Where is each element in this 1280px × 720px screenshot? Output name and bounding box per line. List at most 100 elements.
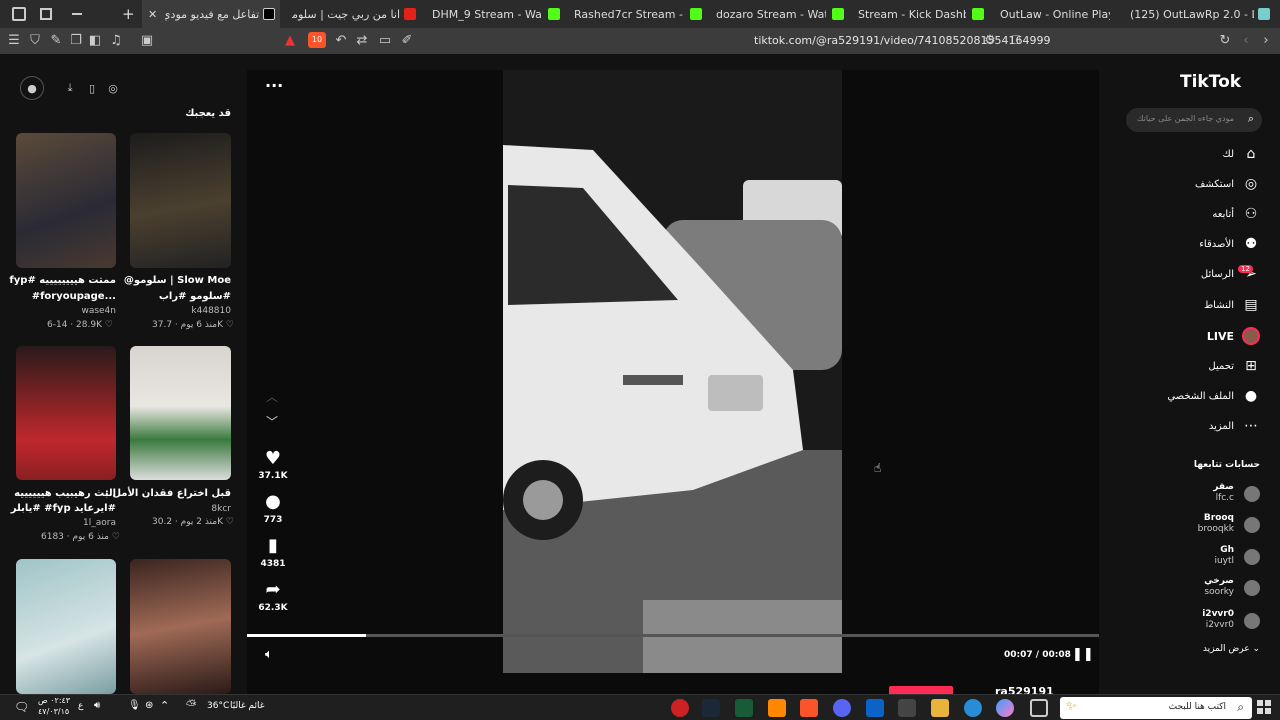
reload-icon[interactable]: ↻ xyxy=(1217,33,1233,49)
folder-icon[interactable] xyxy=(931,699,949,717)
steam-icon[interactable] xyxy=(702,699,720,717)
forward-icon[interactable]: › xyxy=(1258,33,1274,49)
download-icon[interactable]: ⤓ xyxy=(58,76,82,100)
bookmark-icon[interactable]: ▮ xyxy=(262,535,284,557)
video-author[interactable]: 1l_aora xyxy=(83,518,116,528)
weather-temp[interactable]: 36°C xyxy=(207,701,229,711)
tab-dozaro[interactable]: dozaro Stream - Watch Live on xyxy=(708,0,850,28)
chevron-up-icon[interactable]: ⌃ xyxy=(160,699,169,712)
search-input[interactable]: اكتب هنا للبحث xyxy=(1169,702,1226,712)
following-account[interactable]: Gh iuytl xyxy=(1150,545,1260,569)
progress-track[interactable] xyxy=(247,634,1099,637)
address-bar[interactable]: tiktok.com/@ra529191/video/7410852081554… xyxy=(754,34,1051,47)
language-indicator[interactable]: ع xyxy=(78,701,83,711)
video-frame[interactable] xyxy=(503,70,842,673)
menu-icon[interactable]: ☰ xyxy=(6,33,22,49)
bookmark-icon[interactable]: ⎕ xyxy=(1008,33,1024,49)
new-tab-icon[interactable]: + xyxy=(122,5,135,23)
tab-youtube[interactable]: انا من ربي جيت | سلومو | YouTube xyxy=(282,0,422,28)
screenshot-icon[interactable]: ▣ xyxy=(139,33,155,49)
workspaces-icon[interactable] xyxy=(40,8,52,20)
copilot-icon[interactable] xyxy=(996,699,1014,717)
search-icon[interactable]: ⌕ xyxy=(1248,112,1254,126)
video-caption[interactable]: ممتت هييييييييه #fyp xyxy=(9,275,116,286)
search-input[interactable]: مودي جاءه الجمن على حياتك xyxy=(1137,114,1234,123)
video-thumbnail[interactable] xyxy=(130,559,231,694)
nav-following[interactable]: أتابعه ⚇ xyxy=(1130,202,1260,226)
mic-icon[interactable]: 🎙︎ xyxy=(128,700,141,711)
video-thumbnail[interactable] xyxy=(130,133,231,268)
video-author[interactable]: 8kcr xyxy=(211,504,231,514)
nav-explore[interactable]: استكشف ◎ xyxy=(1130,172,1260,196)
nav-live[interactable]: LIVE xyxy=(1130,324,1260,348)
video-caption[interactable]: قبل اختراع فقدان الأمل : xyxy=(105,488,231,499)
network-icon[interactable]: ⊛ xyxy=(145,700,153,711)
next-video-icon[interactable]: ﹀ xyxy=(266,413,278,430)
music-icon[interactable]: ♫ xyxy=(108,33,124,49)
following-account[interactable]: صقر lfc.c xyxy=(1150,482,1260,506)
heart-icon[interactable]: ♥ xyxy=(262,448,284,470)
pause-icon[interactable]: ❚❚ xyxy=(1072,647,1094,662)
outlook-icon[interactable] xyxy=(866,699,884,717)
brave-shield-badge[interactable]: 10 xyxy=(308,32,326,48)
weather-label[interactable]: غائم غالبًا xyxy=(230,701,264,711)
following-account[interactable]: Brooq brooqkk xyxy=(1150,513,1260,537)
taskbar-search[interactable]: ✨︎ اكتب هنا للبحث ⌕ xyxy=(1060,697,1252,719)
extension-icon[interactable]: ▲ xyxy=(282,33,298,49)
following-account[interactable]: صرخي soorky xyxy=(1150,576,1260,600)
video-thumbnail[interactable] xyxy=(16,559,116,694)
video-player[interactable]: ... ︿ ﹀ ♥ 37.1K ● 773 ▮ 4381 ➦ 62.3K 🔈︎ … xyxy=(247,70,1099,694)
video-caption[interactable]: @سلومو | Slow Moe xyxy=(124,275,231,286)
nav-friends[interactable]: الأصدقاء ⚉ xyxy=(1130,232,1260,256)
weather-icon[interactable]: ⛅︎ xyxy=(186,698,196,713)
tab-dhm9[interactable]: DHM_9 Stream - Watch Live on xyxy=(424,0,566,28)
tab-list-icon[interactable] xyxy=(12,7,26,21)
site-settings-icon[interactable]: ⚙ xyxy=(982,33,998,49)
video-thumbnail[interactable] xyxy=(130,346,231,480)
edge-icon[interactable] xyxy=(964,699,982,717)
nav-upload[interactable]: تحميل ⊞ xyxy=(1130,354,1260,378)
app-icon[interactable] xyxy=(833,699,851,717)
share-icon[interactable]: ➦ xyxy=(262,579,284,601)
back-icon[interactable]: ‹ xyxy=(1238,33,1254,49)
tiktok-logo[interactable]: TikTok xyxy=(1180,72,1241,92)
minimize-icon[interactable] xyxy=(72,13,82,15)
tabs-icon[interactable]: ❐ xyxy=(68,33,84,49)
tab-kick-dashboard[interactable]: Stream - Kick Dashboard xyxy=(850,0,990,28)
author-handle[interactable]: ra529191 xyxy=(995,685,1054,694)
following-account[interactable]: i2vvr0 i2vvr0 xyxy=(1150,609,1260,633)
previous-video-icon[interactable]: ︿ xyxy=(266,388,278,405)
video-author[interactable]: wase4n xyxy=(81,306,116,316)
translate-icon[interactable]: ⇄ xyxy=(354,33,370,49)
sidebar-icon[interactable]: ◧ xyxy=(87,33,103,49)
close-icon[interactable]: ✕ xyxy=(148,8,157,21)
search-box[interactable]: مودي جاءه الجمن على حياتك ⌕ xyxy=(1126,108,1262,132)
nav-profile[interactable]: الملف الشخصي ● xyxy=(1130,384,1260,408)
compass-icon[interactable]: ◎ xyxy=(101,76,125,100)
see-more-link[interactable]: عرض المزيد ⌄ xyxy=(1150,644,1260,654)
notifications-icon[interactable]: 🗨︎ xyxy=(14,700,29,714)
video-caption[interactable]: البث رهيبيب هييييييه xyxy=(14,488,116,499)
video-thumbnail[interactable] xyxy=(16,346,116,480)
comment-icon[interactable]: ● xyxy=(262,491,284,513)
follow-button[interactable] xyxy=(889,686,953,694)
windows-start-icon[interactable] xyxy=(1257,700,1271,714)
cast-icon[interactable]: ▭ xyxy=(377,33,393,49)
excel-icon[interactable] xyxy=(735,699,753,717)
nav-for-you[interactable]: لك ⌂ xyxy=(1130,142,1260,166)
volume-icon[interactable]: 🔊︎ xyxy=(94,700,100,711)
reader-icon[interactable]: ✐ xyxy=(399,33,415,49)
tab-outlaw[interactable]: OutLaw - Online Players xyxy=(992,0,1122,28)
volume-icon[interactable]: 🔈︎ xyxy=(265,647,273,662)
tab-rashed7cr[interactable]: Rashed7cr Stream - Watch Live xyxy=(566,0,708,28)
tab-outlawrp[interactable]: (125) OutLawRp 2.0 - Live Com xyxy=(1122,0,1280,28)
app-icon[interactable] xyxy=(768,699,786,717)
brave-icon[interactable] xyxy=(800,699,818,717)
nav-more[interactable]: المزيد ⋯ xyxy=(1130,414,1260,438)
clock-date[interactable]: ٤٧/٠٣/١٥ xyxy=(38,707,69,716)
more-options-icon[interactable]: ... xyxy=(265,72,283,91)
avatar[interactable]: ● xyxy=(20,76,44,100)
pen-icon[interactable]: ✎ xyxy=(48,33,64,49)
video-thumbnail[interactable] xyxy=(16,133,116,268)
store-icon[interactable] xyxy=(898,699,916,717)
